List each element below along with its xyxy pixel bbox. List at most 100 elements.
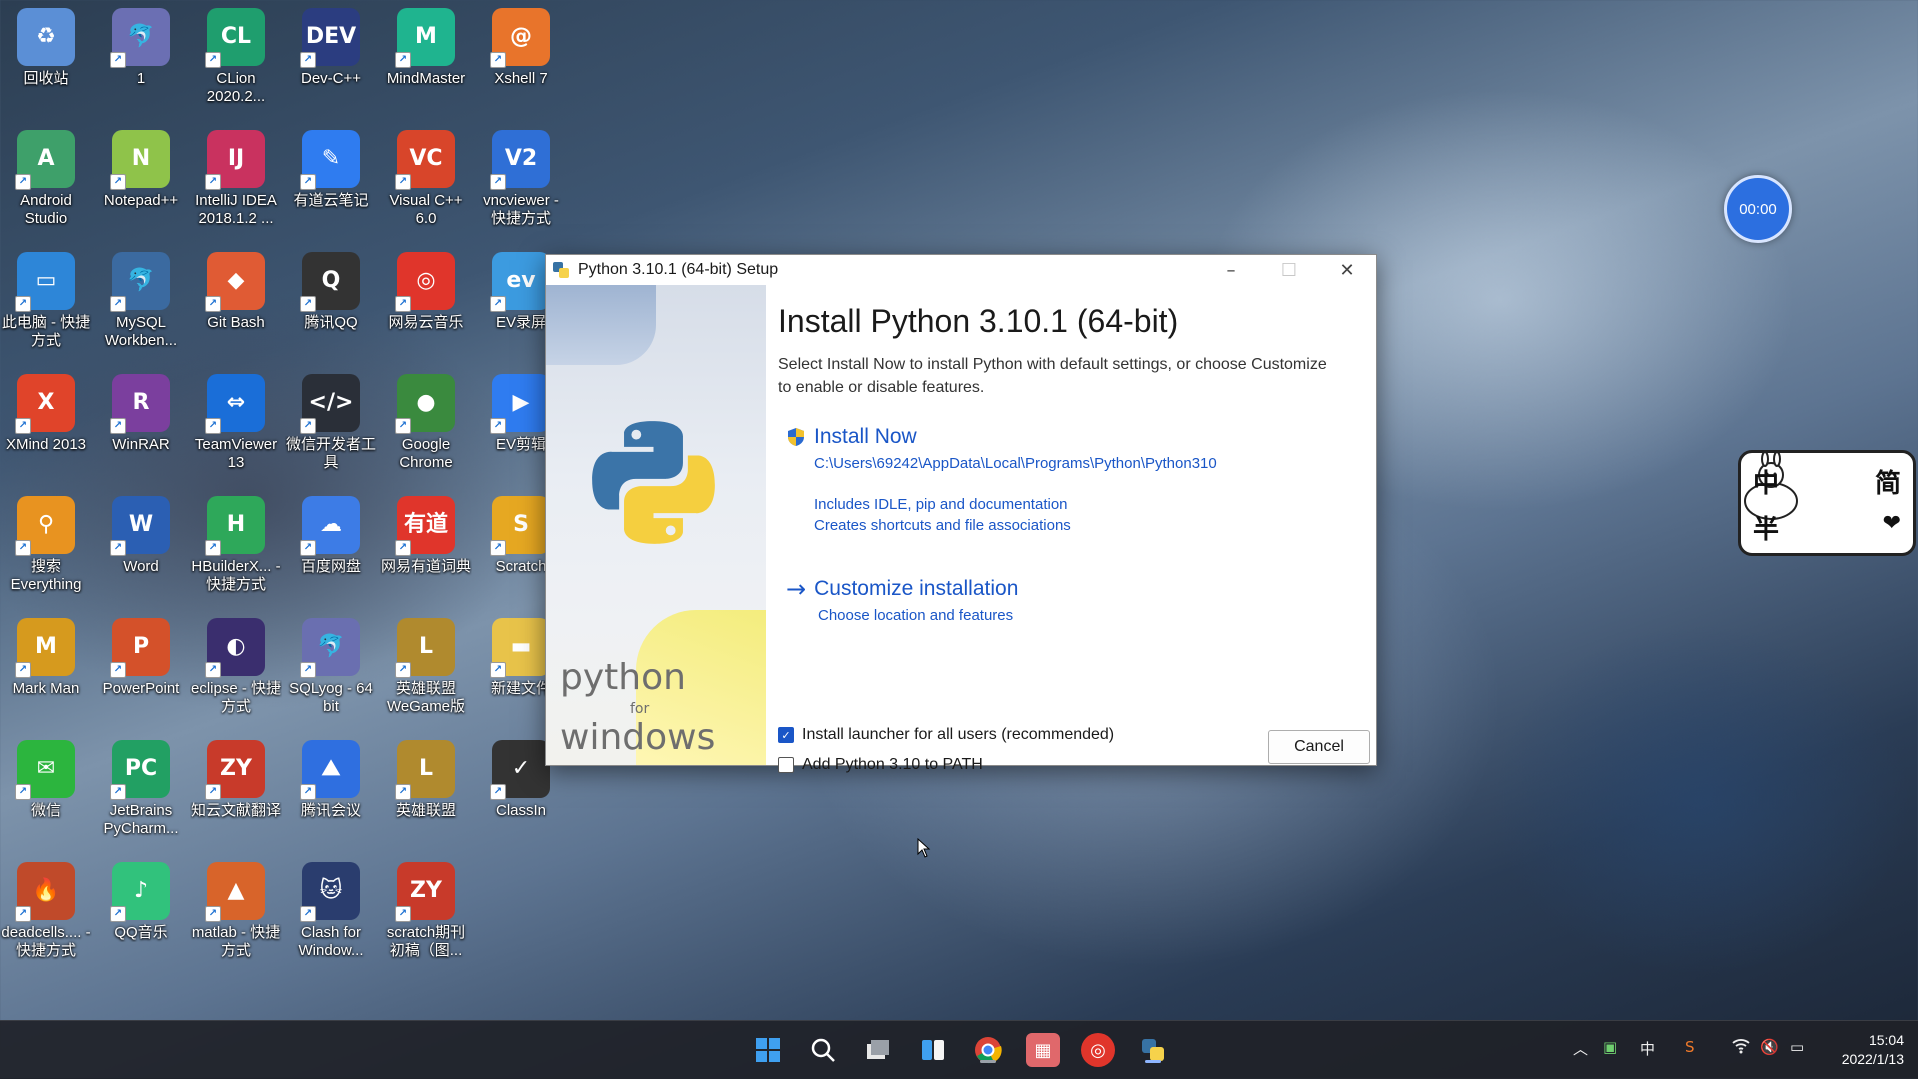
app-icon: L ↗ — [395, 618, 455, 678]
desktop-icon[interactable]: ◎ ↗ 网易云音乐 — [380, 246, 472, 364]
ime-halfwidth-mode[interactable]: 半 — [1753, 509, 1779, 546]
desktop-icon[interactable]: CL ↗ CLion 2020.2... — [190, 2, 282, 120]
app-icon: ⇔ ↗ — [205, 374, 265, 434]
app-icon: </> ↗ — [300, 374, 360, 434]
start-button[interactable] — [751, 1033, 785, 1067]
desktop-icon[interactable]: H ↗ HBuilderX... - 快捷方式 — [190, 490, 282, 608]
launcher-checkbox[interactable]: ✓ — [778, 727, 794, 743]
desktop-icon[interactable]: V2 ↗ vncviewer - 快捷方式 — [475, 124, 567, 242]
desktop-icon[interactable]: ▲ ↗ matlab - 快捷方式 — [190, 856, 282, 974]
desktop-icon[interactable]: ▭ ↗ 此电脑 - 快捷方式 — [0, 246, 92, 364]
desktop-icon-label: 腾讯会议 — [300, 802, 361, 819]
desktop-icon[interactable]: P ↗ PowerPoint — [95, 612, 187, 730]
search-button[interactable] — [806, 1033, 840, 1067]
desktop-icon[interactable]: L ↗ 英雄联盟 — [380, 734, 472, 852]
ime-chinese-mode[interactable]: 中 — [1753, 463, 1779, 500]
volume-muted-icon[interactable]: 🔇 — [1760, 1038, 1779, 1056]
minimize-button[interactable]: – — [1202, 255, 1260, 285]
desktop-icon[interactable]: ✎ ↗ 有道云笔记 — [285, 124, 377, 242]
install-now-option[interactable]: Install Now C:\Users\69242\AppData\Local… — [786, 425, 1217, 536]
desktop-icon[interactable]: 有道 ↗ 网易有道词典 — [380, 490, 472, 608]
path-checkbox-label[interactable]: Add Python 3.10 to PATH — [802, 756, 983, 774]
shortcut-arrow-icon: ↗ — [490, 784, 506, 800]
desktop-icon[interactable]: VC ↗ Visual C++ 6.0 — [380, 124, 472, 242]
desktop-icon[interactable]: ⇔ ↗ TeamViewer 13 — [190, 368, 282, 486]
desktop-icon[interactable]: 🐬 ↗ SQLyog - 64 bit — [285, 612, 377, 730]
desktop-icon-label: vncviewer - 快捷方式 — [483, 192, 559, 227]
desktop-icon[interactable]: ● ↗ Google Chrome — [380, 368, 472, 486]
chevron-up-icon[interactable]: ︿ — [1573, 1038, 1588, 1059]
desktop-icon-label: 微信开发者工具 — [285, 436, 376, 471]
desktop-icon[interactable]: W ↗ Word — [95, 490, 187, 608]
app-icon: ⚲ ↗ — [15, 496, 75, 556]
desktop-icon[interactable]: ZY ↗ scratch期刊初稿（图... — [380, 856, 472, 974]
desktop-icon[interactable]: R ↗ WinRAR — [95, 368, 187, 486]
taskbar-python-setup[interactable] — [1136, 1033, 1170, 1067]
sogou-tray-icon[interactable]: S — [1685, 1038, 1695, 1056]
desktop-icon[interactable]: ✉ ↗ 微信 — [0, 734, 92, 852]
desktop-icon[interactable]: ◐ ↗ eclipse - 快捷方式 — [190, 612, 282, 730]
desktop-icon[interactable]: L ↗ 英雄联盟 WeGame版 — [380, 612, 472, 730]
install-now-link[interactable]: Install Now — [814, 425, 917, 449]
customize-option[interactable]: → Customize installation Choose location… — [786, 575, 1018, 626]
desktop-icon[interactable]: A ↗ Android Studio — [0, 124, 92, 242]
shortcut-arrow-icon: ↗ — [300, 52, 316, 68]
wifi-icon[interactable] — [1732, 1038, 1750, 1058]
desktop-icon[interactable]: ♻ 回收站 — [0, 2, 92, 120]
path-checkbox[interactable] — [778, 757, 794, 773]
app-icon: M ↗ — [395, 8, 455, 68]
taskbar-netease-music[interactable]: ◎ — [1081, 1033, 1115, 1067]
desktop-icon[interactable]: N ↗ Notepad++ — [95, 124, 187, 242]
desktop-icon[interactable]: @ ↗ Xshell 7 — [475, 2, 567, 120]
desktop-icon[interactable]: ☁ ↗ 百度网盘 — [285, 490, 377, 608]
desktop-icon[interactable]: 🐱 ↗ Clash for Window... — [285, 856, 377, 974]
maximize-button: ☐ — [1280, 259, 1298, 281]
launcher-checkbox-row[interactable]: ✓ Install launcher for all users (recomm… — [778, 720, 1114, 750]
path-checkbox-row[interactable]: Add Python 3.10 to PATH — [778, 750, 1114, 780]
desktop-icon[interactable]: DEV ↗ Dev-C++ — [285, 2, 377, 120]
app-icon: L ↗ — [395, 740, 455, 800]
desktop-icon[interactable]: PC ↗ JetBrains PyCharm... — [95, 734, 187, 852]
app-icon: ▭ ↗ — [15, 252, 75, 312]
desktop-icon[interactable]: M ↗ Mark Man — [0, 612, 92, 730]
uac-shield-icon — [788, 428, 804, 446]
taskbar-chrome[interactable] — [971, 1033, 1005, 1067]
desktop-icon[interactable]: ◆ ↗ Git Bash — [190, 246, 282, 364]
desktop-icon[interactable]: Q ↗ 腾讯QQ — [285, 246, 377, 364]
mouse-cursor-icon — [917, 838, 931, 858]
security-tray-icon[interactable]: ▣ — [1603, 1038, 1617, 1056]
desktop-icon[interactable]: IJ ↗ IntelliJ IDEA 2018.1.2 ... — [190, 124, 282, 242]
desktop-icon[interactable]: ⛰ ↗ 腾讯会议 — [285, 734, 377, 852]
customize-installation-link[interactable]: Customize installation — [814, 577, 1018, 601]
input-language-indicator[interactable]: 中 — [1640, 1038, 1655, 1059]
close-button[interactable]: ✕ — [1318, 255, 1376, 285]
clock[interactable]: 15:04 2022/1/13 — [1826, 1031, 1904, 1069]
ime-status-widget[interactable]: 中 半 简 ❤ — [1738, 450, 1916, 556]
desktop-icon-label: 网易有道词典 — [380, 558, 471, 575]
app-icon: 🐱 ↗ — [300, 862, 360, 922]
battery-icon[interactable]: ▭ — [1790, 1038, 1804, 1056]
desktop-icon[interactable]: ZY ↗ 知云文献翻译 — [190, 734, 282, 852]
desktop-icon[interactable]: 🐬 ↗ 1 — [95, 2, 187, 120]
ime-simplified-mode[interactable]: 简 — [1875, 463, 1901, 500]
desktop-icon[interactable]: M ↗ MindMaster — [380, 2, 472, 120]
shortcut-arrow-icon: ↗ — [300, 662, 316, 678]
desktop-icon[interactable]: ⚲ ↗ 搜索 Everything — [0, 490, 92, 608]
shortcut-arrow-icon: ↗ — [395, 784, 411, 800]
desktop-icon[interactable]: 🐬 ↗ MySQL Workben... — [95, 246, 187, 364]
screen-recorder-timer[interactable]: 00:00 — [1724, 175, 1792, 243]
taskbar-app-pink[interactable]: ▦ — [1026, 1033, 1060, 1067]
shortcut-arrow-icon: ↗ — [490, 296, 506, 312]
shortcut-arrow-icon: ↗ — [15, 174, 31, 190]
widgets-button[interactable] — [916, 1033, 950, 1067]
desktop-icon[interactable]: ♪ ↗ QQ音乐 — [95, 856, 187, 974]
launcher-checkbox-label[interactable]: Install launcher for all users (recommen… — [802, 726, 1114, 744]
desktop-icon[interactable]: </> ↗ 微信开发者工具 — [285, 368, 377, 486]
desktop-icon-label: JetBrains PyCharm... — [103, 802, 179, 837]
desktop-icon[interactable]: X ↗ XMind 2013 — [0, 368, 92, 486]
desktop-icon[interactable]: 🔥 ↗ deadcells.... - 快捷方式 — [0, 856, 92, 974]
title-bar[interactable]: Python 3.10.1 (64-bit) Setup – ☐ ✕ — [546, 255, 1376, 285]
task-view-button[interactable] — [861, 1033, 895, 1067]
app-icon: VC ↗ — [395, 130, 455, 190]
cancel-button[interactable]: Cancel — [1268, 730, 1370, 764]
